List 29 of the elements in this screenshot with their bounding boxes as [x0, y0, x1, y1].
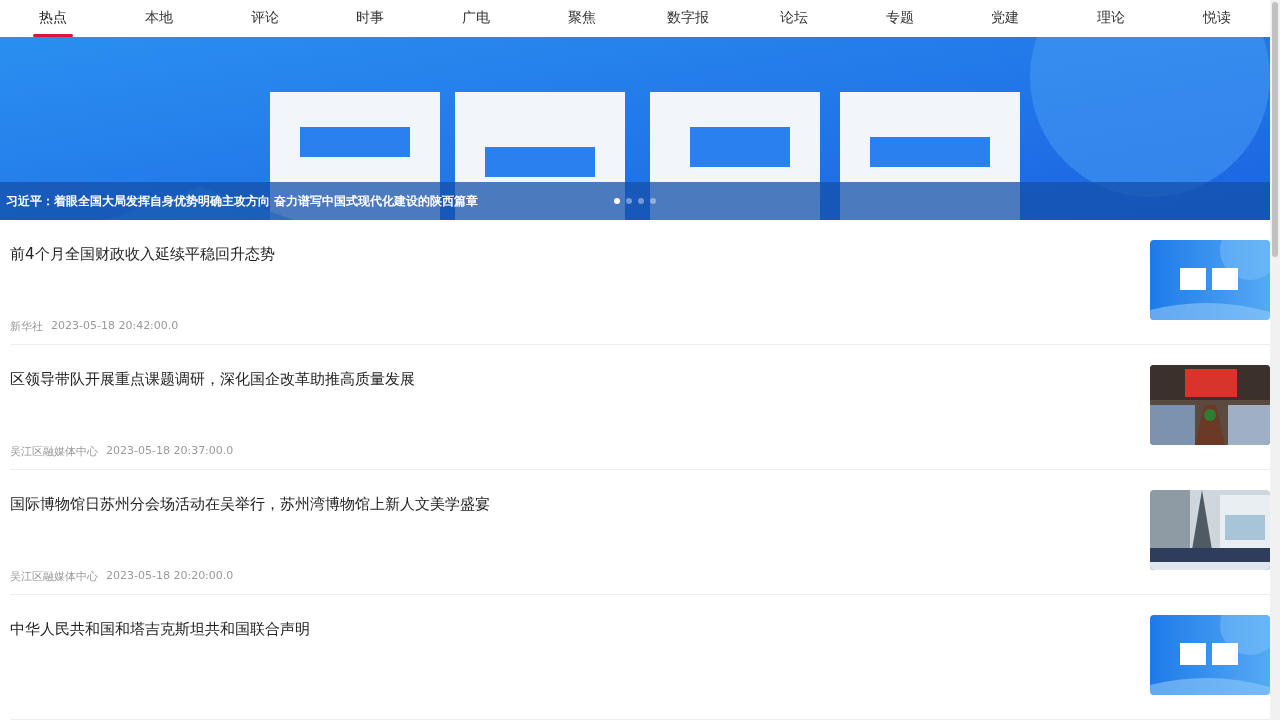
news-time: 2023-05-18 20:20:00.0	[106, 569, 234, 584]
nav-tab[interactable]: 评论	[211, 0, 318, 37]
news-source: 吴江区融媒体中心	[10, 444, 98, 459]
nav-tab[interactable]: 聚焦	[529, 0, 635, 37]
carousel-dot[interactable]	[638, 198, 644, 204]
news-source: 吴江区融媒体中心	[10, 569, 98, 584]
scroll-bar[interactable]	[1270, 0, 1280, 720]
nav-tab[interactable]: 广电	[423, 0, 530, 37]
news-title[interactable]: 前4个月全国财政收入延续平稳回升态势	[10, 244, 1150, 264]
news-time: 2023-05-18 20:37:00.0	[106, 444, 234, 459]
active-tab-indicator	[32, 33, 73, 37]
nav-tab[interactable]: 热点	[0, 0, 106, 37]
nav-tab[interactable]: 本地	[105, 0, 212, 37]
news-source: 新华社	[10, 319, 43, 334]
news-title[interactable]: 区领导带队开展重点课题调研，深化国企改革助推高质量发展	[10, 369, 1150, 389]
nav-tab[interactable]: 悦读	[1164, 0, 1270, 37]
nav-tab[interactable]: 专题	[846, 0, 953, 37]
nav-tab[interactable]: 论坛	[740, 0, 847, 37]
carousel-dot[interactable]	[626, 198, 632, 204]
nav-tab[interactable]: 理论	[1058, 0, 1165, 37]
nav-tab[interactable]: 党建	[952, 0, 1059, 37]
carousel-dot[interactable]	[650, 198, 656, 204]
news-title[interactable]: 国际博物馆日苏州分会场活动在吴举行，苏州湾博物馆上新人文美学盛宴	[10, 494, 1150, 514]
news-time: 2023-05-18 20:42:00.0	[51, 319, 179, 334]
news-title[interactable]: 中华人民共和国和塔吉克斯坦共和国联合声明	[10, 619, 1150, 639]
nav-tab[interactable]: 时事	[317, 0, 424, 37]
banner-caption: 习近平：着眼全国大局发挥自身优势明确主攻方向 奋力谱写中国式现代化建设的陕西篇章	[6, 192, 480, 210]
carousel-dot[interactable]	[614, 198, 620, 204]
nav-tab[interactable]: 数字报	[634, 0, 741, 37]
